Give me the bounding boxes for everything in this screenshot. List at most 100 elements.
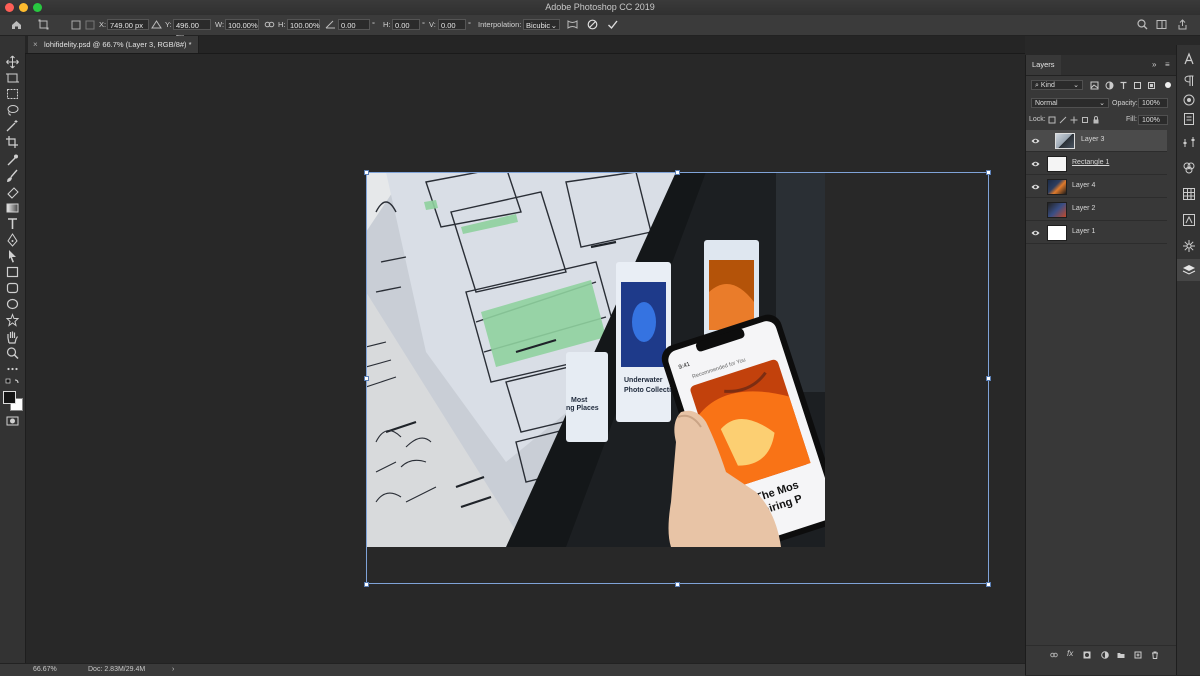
visibility-toggle-off[interactable] — [1031, 206, 1040, 214]
eye-icon[interactable] — [1031, 137, 1040, 145]
hand-tool[interactable] — [5, 330, 20, 344]
adjustments-panel-icon[interactable] — [1182, 239, 1196, 253]
default-colors-button[interactable] — [5, 378, 20, 388]
layers-dock-button[interactable] — [1177, 259, 1200, 281]
paragraph-panel-icon[interactable] — [1182, 74, 1196, 88]
fill-field[interactable]: 100% — [1138, 115, 1168, 125]
pen-tool[interactable] — [5, 233, 20, 247]
reference-grid-icon[interactable] — [84, 18, 97, 31]
link-icon[interactable] — [263, 18, 276, 31]
rectangle-tool[interactable] — [5, 265, 20, 279]
filter-smart-object-icon[interactable] — [1147, 81, 1156, 90]
transform-handle-top-left[interactable] — [364, 170, 369, 175]
cancel-transform-icon[interactable] — [586, 18, 599, 31]
layers-tab[interactable]: Layers — [1026, 55, 1061, 75]
ellipse-tool[interactable] — [5, 297, 20, 311]
marquee-tool[interactable] — [5, 87, 20, 101]
link-layers-icon[interactable] — [1050, 651, 1058, 659]
home-icon[interactable] — [10, 18, 23, 31]
filter-adjustment-icon[interactable] — [1105, 81, 1114, 90]
close-tab-icon[interactable]: × — [33, 36, 38, 53]
lock-image-icon[interactable] — [1059, 116, 1067, 124]
delete-layer-icon[interactable] — [1151, 651, 1159, 659]
layer-row-layer-2[interactable]: Layer 2 — [1026, 199, 1167, 221]
rounded-rect-tool[interactable] — [5, 281, 20, 295]
zoom-tool[interactable] — [5, 346, 20, 360]
properties-panel-icon[interactable] — [1182, 112, 1196, 126]
lock-transparent-icon[interactable] — [1048, 116, 1056, 124]
zoom-level[interactable]: 66.67% — [33, 666, 57, 673]
layer-name[interactable]: Rectangle 1 — [1072, 159, 1109, 166]
reference-point-icon[interactable] — [70, 18, 83, 31]
panel-menu-icon[interactable]: ≡ — [1165, 60, 1170, 69]
brush-settings-icon[interactable] — [1182, 135, 1196, 149]
commit-transform-icon[interactable] — [606, 18, 619, 31]
opacity-field[interactable]: 100% — [1138, 98, 1168, 108]
lock-artboard-icon[interactable] — [1081, 116, 1089, 124]
transform-handle-middle-left[interactable] — [364, 376, 369, 381]
more-tools-button[interactable] — [5, 362, 20, 376]
styles-panel-icon[interactable] — [1182, 213, 1196, 227]
new-layer-icon[interactable] — [1134, 651, 1142, 659]
collapse-panel-icon[interactable]: » — [1152, 60, 1156, 69]
lock-position-icon[interactable] — [1070, 116, 1078, 124]
character-panel-icon[interactable] — [1182, 52, 1196, 66]
eye-icon[interactable] — [1031, 229, 1040, 237]
custom-shape-tool[interactable] — [5, 313, 20, 327]
transform-handle-bottom-center[interactable] — [675, 582, 680, 587]
transform-bounding-box[interactable] — [366, 172, 989, 584]
layer-name[interactable]: Layer 1 — [1072, 228, 1095, 235]
interpolation-select[interactable]: Bicubic ⌄ — [523, 19, 560, 30]
transform-handle-bottom-left[interactable] — [364, 582, 369, 587]
blend-mode-select[interactable]: Normal ⌄ — [1031, 98, 1109, 108]
lasso-tool[interactable] — [5, 103, 20, 117]
layer-row-layer-3[interactable]: Layer 3 — [1026, 130, 1167, 152]
crop-tool[interactable] — [5, 135, 20, 149]
type-tool[interactable] — [5, 217, 20, 231]
eye-icon[interactable] — [1031, 183, 1040, 191]
width-field[interactable]: 100.00% — [225, 19, 259, 30]
color-swatches[interactable] — [3, 391, 23, 411]
transform-handle-top-center[interactable] — [675, 170, 680, 175]
document-tab[interactable]: × lohifidelity.psd @ 66.7% (Layer 3, RGB… — [28, 36, 199, 53]
filter-type-icon[interactable] — [1119, 81, 1128, 90]
layer-name[interactable]: Layer 2 — [1072, 205, 1095, 212]
status-menu-arrow[interactable]: › — [172, 666, 174, 673]
lock-all-icon[interactable] — [1092, 116, 1100, 124]
layer-name[interactable]: Layer 3 — [1081, 136, 1104, 143]
workspace-icon[interactable] — [1155, 18, 1168, 31]
artboard-tool[interactable] — [5, 71, 20, 85]
eyedropper-tool[interactable] — [5, 153, 20, 167]
quick-selection-tool[interactable] — [5, 119, 20, 133]
color-panel-icon[interactable] — [1182, 93, 1196, 107]
filter-toggle[interactable] — [1165, 82, 1171, 88]
move-tool[interactable] — [5, 55, 20, 69]
quick-mask-button[interactable] — [5, 414, 20, 428]
add-mask-icon[interactable] — [1083, 651, 1091, 659]
swatches-panel-icon[interactable] — [1182, 187, 1196, 201]
search-icon[interactable] — [1136, 18, 1149, 31]
layer-filter-select[interactable]: ⌕ Kind ⌄ — [1031, 80, 1083, 90]
filter-shape-icon[interactable] — [1133, 81, 1142, 90]
transform-handle-top-right[interactable] — [986, 170, 991, 175]
eye-icon[interactable] — [1031, 160, 1040, 168]
adjustment-layer-icon[interactable] — [1101, 651, 1109, 659]
new-group-icon[interactable] — [1117, 651, 1125, 659]
transform-handle-middle-right[interactable] — [986, 376, 991, 381]
foreground-color-swatch[interactable] — [3, 391, 16, 404]
v-skew-field[interactable]: 0.00 — [438, 19, 466, 30]
y-position-field[interactable]: 496.00 px — [173, 19, 211, 41]
path-selection-tool[interactable] — [5, 249, 20, 263]
warp-mode-icon[interactable] — [566, 18, 579, 31]
brush-tool[interactable] — [5, 169, 20, 183]
layer-row-rectangle-1[interactable]: Rectangle 1 — [1026, 153, 1167, 175]
height-field[interactable]: 100.00% — [287, 19, 320, 30]
delta-icon[interactable] — [150, 18, 163, 31]
filter-pixel-icon[interactable] — [1090, 81, 1099, 90]
layer-name[interactable]: Layer 4 — [1072, 182, 1095, 189]
rotate-angle-field[interactable]: 0.00 — [338, 19, 370, 30]
eraser-tool[interactable] — [5, 185, 20, 199]
layer-style-fx-icon[interactable]: fx — [1067, 649, 1073, 658]
h-skew-field[interactable]: 0.00 — [392, 19, 420, 30]
share-icon[interactable] — [1176, 18, 1189, 31]
